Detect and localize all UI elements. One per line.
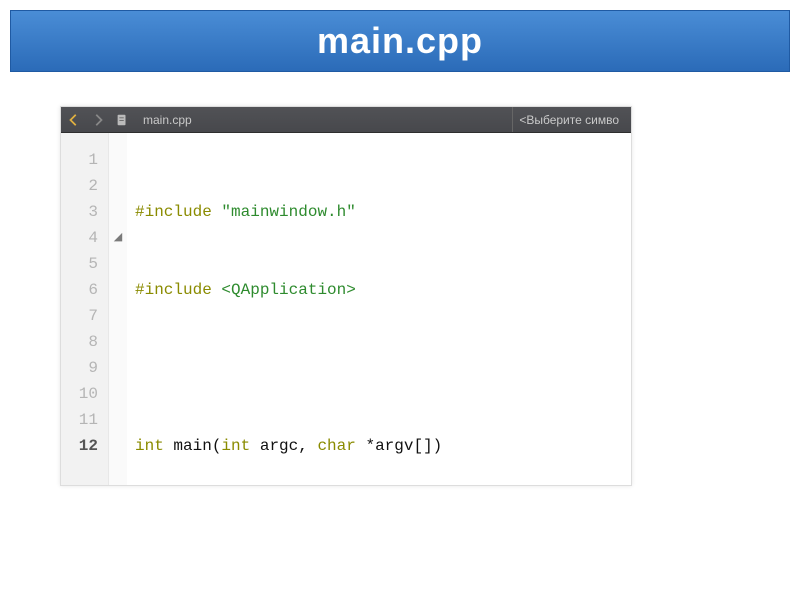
line-number: 10 — [61, 381, 104, 407]
code-line[interactable]: int main(int argc, char *argv[]) — [135, 433, 442, 459]
symbol-selector[interactable]: <Выберите симво — [512, 107, 625, 132]
code-line[interactable] — [135, 355, 442, 381]
file-tab-label[interactable]: main.cpp — [139, 113, 196, 127]
slide-title-bar: main.cpp — [10, 10, 790, 72]
slide-title: main.cpp — [317, 20, 483, 62]
code-editor: main.cpp <Выберите симво 1 2 3 4 5 6 7 8… — [60, 106, 632, 486]
fold-marker-icon[interactable]: ◢ — [109, 225, 127, 251]
line-number: 12 — [61, 433, 104, 459]
line-number-gutter: 1 2 3 4 5 6 7 8 9 10 11 12 — [61, 133, 109, 486]
code-line[interactable]: #include <QApplication> — [135, 277, 442, 303]
line-number: 4 — [61, 225, 104, 251]
code-content[interactable]: #include "mainwindow.h" #include <QAppli… — [127, 133, 442, 486]
code-area[interactable]: 1 2 3 4 5 6 7 8 9 10 11 12 ◢ — [61, 133, 631, 486]
fold-marker-column: ◢ — [109, 133, 127, 486]
file-icon[interactable] — [115, 113, 129, 127]
line-number: 3 — [61, 199, 104, 225]
line-number: 1 — [61, 147, 104, 173]
editor-toolbar: main.cpp <Выберите симво — [61, 107, 631, 133]
line-number: 8 — [61, 329, 104, 355]
line-number: 2 — [61, 173, 104, 199]
line-number: 7 — [61, 303, 104, 329]
line-number: 11 — [61, 407, 104, 433]
code-line[interactable]: #include "mainwindow.h" — [135, 199, 442, 225]
line-number: 9 — [61, 355, 104, 381]
line-number: 5 — [61, 251, 104, 277]
line-number: 6 — [61, 277, 104, 303]
forward-arrow-icon[interactable] — [91, 113, 105, 127]
back-arrow-icon[interactable] — [67, 113, 81, 127]
